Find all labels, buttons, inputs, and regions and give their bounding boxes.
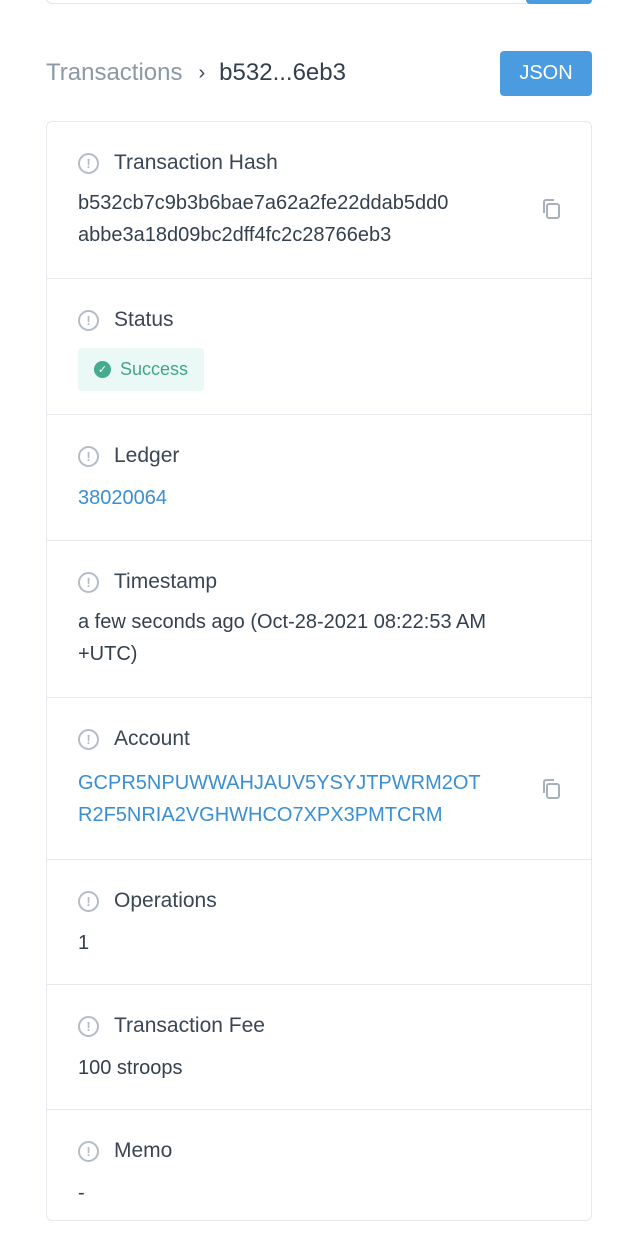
question-circle-icon[interactable]: ! bbox=[78, 152, 99, 174]
check-circle-icon: ✓ bbox=[94, 361, 111, 378]
chevron-right-icon: › bbox=[198, 61, 206, 84]
field-label: Transaction Hash bbox=[114, 151, 278, 174]
breadcrumb-current: b532...6eb3 bbox=[219, 59, 346, 86]
question-circle-icon[interactable]: ! bbox=[78, 571, 99, 593]
question-circle-icon[interactable]: ! bbox=[78, 890, 99, 912]
breadcrumb-transactions-link[interactable]: Transactions bbox=[46, 59, 183, 87]
question-circle-icon[interactable]: ! bbox=[78, 309, 99, 331]
page-header: Transactions › b532...6eb3 JSON bbox=[46, 50, 592, 96]
field-label: Account bbox=[114, 727, 190, 750]
field-memo: ! Memo - bbox=[47, 1110, 591, 1235]
field-account: ! Account GCPR5NPUWWAHJAUV5YSYJTPWRM2OT … bbox=[47, 698, 591, 860]
field-label: Transaction Fee bbox=[114, 1014, 265, 1037]
status-text: Success bbox=[120, 359, 189, 379]
account-link-line-2[interactable]: R2F5NRIA2VGHWHCO7XPX3PMTCRM bbox=[78, 799, 561, 831]
field-ledger: ! Ledger 38020064 bbox=[47, 415, 591, 541]
transaction-details-card: ! Transaction Hash b532cb7c9b3b6bae7a62a… bbox=[46, 121, 592, 1221]
field-label: Memo bbox=[114, 1139, 173, 1162]
field-label: Status bbox=[114, 308, 174, 331]
timestamp-line-2: +UTC) bbox=[78, 643, 138, 665]
field-operations: ! Operations 1 bbox=[47, 860, 591, 985]
field-transaction-hash: ! Transaction Hash b532cb7c9b3b6bae7a62a… bbox=[47, 122, 591, 279]
field-status: ! Status ✓ Success bbox=[47, 279, 591, 415]
field-label: Ledger bbox=[114, 444, 180, 467]
question-circle-icon[interactable]: ! bbox=[78, 728, 99, 750]
field-timestamp: ! Timestamp a few seconds ago (Oct-28-20… bbox=[47, 541, 591, 698]
question-circle-icon[interactable]: ! bbox=[78, 1140, 99, 1162]
question-circle-icon[interactable]: ! bbox=[78, 445, 99, 467]
account-link-line-1[interactable]: GCPR5NPUWWAHJAUV5YSYJTPWRM2OT bbox=[78, 767, 561, 799]
status-badge: ✓ Success bbox=[78, 348, 205, 391]
copy-icon[interactable] bbox=[541, 778, 561, 800]
field-label: Operations bbox=[114, 889, 217, 912]
copy-icon[interactable] bbox=[541, 198, 561, 220]
transaction-fee-value: 100 stroops bbox=[78, 1057, 183, 1079]
json-button[interactable]: JSON bbox=[500, 50, 592, 96]
ledger-link[interactable]: 38020064 bbox=[78, 482, 561, 514]
memo-value: - bbox=[78, 1182, 85, 1204]
search-box-edge bbox=[46, 0, 546, 4]
question-circle-icon[interactable]: ! bbox=[78, 1015, 99, 1037]
breadcrumb: Transactions › b532...6eb3 bbox=[46, 59, 346, 87]
timestamp-line-1: a few seconds ago (Oct-28-2021 08:22:53 … bbox=[78, 611, 487, 633]
operations-count: 1 bbox=[78, 932, 90, 954]
search-button-edge[interactable] bbox=[526, 0, 592, 4]
transaction-hash-line-1: b532cb7c9b3b6bae7a62a2fe22ddab5dd0 bbox=[78, 192, 449, 214]
field-transaction-fee: ! Transaction Fee 100 stroops bbox=[47, 985, 591, 1110]
transaction-hash-line-2: abbe3a18d09bc2dff4fc2c28766eb3 bbox=[78, 224, 392, 246]
field-label: Timestamp bbox=[114, 570, 218, 593]
